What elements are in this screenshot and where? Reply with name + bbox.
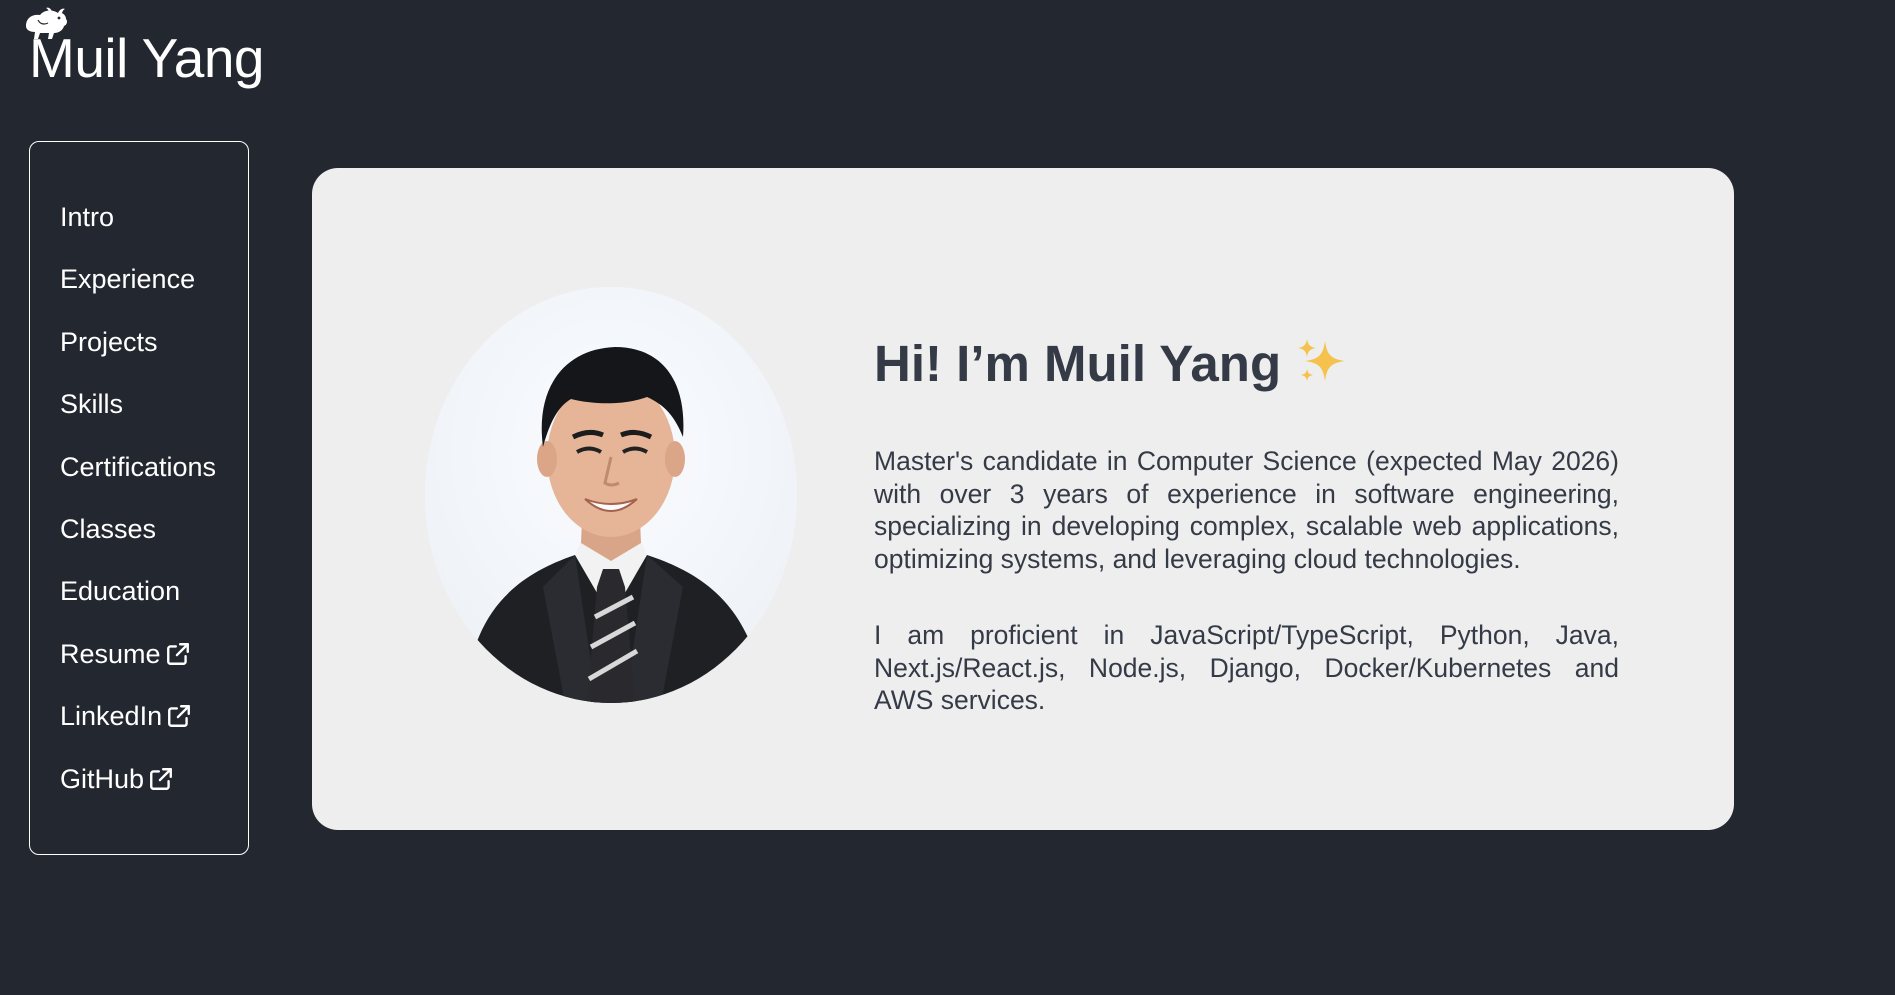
intro-heading: Hi! I’m Muil Yang [874,333,1351,393]
sidebar-item-github[interactable]: GitHub [60,764,216,826]
sidebar-item-projects[interactable]: Projects [60,327,216,389]
sidebar-item-linkedin[interactable]: LinkedIn [60,701,216,763]
external-link-icon [165,641,191,667]
sidebar-item-intro[interactable]: Intro [60,202,216,264]
sidebar-item-education[interactable]: Education [60,576,216,638]
sidebar-item-label: Resume [60,638,161,669]
nav-list: Intro Experience Projects Skills Certifi… [60,202,216,826]
sidebar-item-label: Classes [60,513,157,544]
sidebar-item-classes[interactable]: Classes [60,514,216,576]
sidebar-item-certifications[interactable]: Certifications [60,452,216,514]
sidebar-item-label: Skills [60,389,124,420]
intro-paragraph-summary: Master's candidate in Computer Science (… [874,446,1619,574]
sparkles-icon [1295,333,1351,389]
intro-card: Hi! I’m Muil Yang Master's candidate in … [312,168,1734,830]
sidebar-item-experience[interactable]: Experience [60,264,216,326]
sidebar-item-label: Education [60,576,181,607]
external-link-icon [166,703,192,729]
sidebar-item-label: Experience [60,264,196,295]
sidebar-nav: Intro Experience Projects Skills Certifi… [29,141,249,855]
sidebar-item-resume[interactable]: Resume [60,639,216,701]
intro-paragraph-skills: I am proficient in JavaScript/TypeScript… [874,620,1619,715]
intro-heading-text: Hi! I’m Muil Yang [874,335,1282,392]
external-link-icon [148,766,174,792]
sidebar-item-label: Projects [60,326,158,357]
profile-photo [425,287,797,703]
sidebar-item-label: Certifications [60,451,217,482]
sidebar-item-label: Intro [60,202,115,232]
sidebar-item-label: GitHub [60,763,145,794]
site-title[interactable]: Muil Yang [29,26,265,90]
sidebar-item-label: LinkedIn [60,701,163,732]
sidebar-item-skills[interactable]: Skills [60,389,216,451]
